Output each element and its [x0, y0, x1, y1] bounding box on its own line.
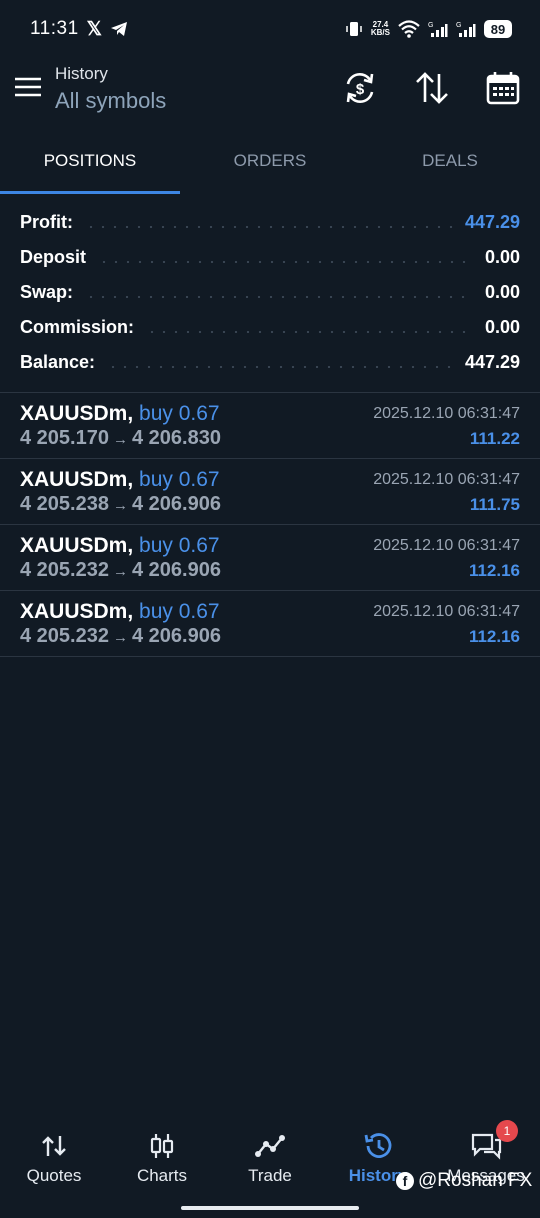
home-indicator[interactable] [181, 1206, 359, 1210]
summary-value: 447.29 [464, 212, 520, 232]
calendar-icon[interactable] [485, 70, 521, 106]
position-prices: 4 205.238 → 4 206.906 [20, 493, 221, 515]
summary-value: 447.29 [464, 352, 520, 372]
signal-icon-2: G [456, 22, 476, 37]
position-time: 2025.12.10 06:31:47 [373, 537, 520, 554]
position-row[interactable]: XAUUSDm, buy 0.67 4 205.232 → 4 206.906 20… [0, 591, 540, 657]
position-time: 2025.12.10 06:31:47 [373, 471, 520, 488]
telegram-icon [110, 22, 127, 36]
summary-row-profit: Profit: 447.29 [0, 205, 540, 240]
svg-text:$: $ [356, 81, 365, 98]
summary-label: Profit: [20, 212, 73, 232]
position-profit: 111.22 [469, 429, 520, 448]
summary-row-balance: Balance: 447.29 [0, 345, 540, 380]
battery-indicator: 89 [484, 20, 512, 38]
notification-badge: 1 [496, 1120, 518, 1142]
currency-exchange-icon[interactable]: $ [342, 70, 378, 106]
nav-trade[interactable]: Trade [216, 1120, 324, 1200]
position-profit: 111.75 [469, 495, 520, 514]
position-profit: 112.16 [468, 561, 520, 580]
history-icon [364, 1133, 392, 1158]
positions-list: XAUUSDm, buy 0.67 4 205.170 → 4 206.830 20… [0, 393, 540, 657]
watermark-text: @Roshan FX [418, 1170, 533, 1191]
position-time: 2025.12.10 06:31:47 [373, 405, 520, 422]
dotted-leader [146, 330, 473, 333]
trend-icon [255, 1135, 285, 1157]
status-bar: 11:31 𝕏 27.4 KB/S G G 89 [0, 0, 540, 58]
vibrate-icon [346, 22, 362, 36]
summary-label: Deposit [20, 247, 87, 267]
summary-panel: Profit: 447.29 Deposit 0.00 Swap: 0.00 C… [0, 205, 540, 380]
position-time: 2025.12.10 06:31:47 [373, 603, 520, 620]
status-time: 11:31 [30, 18, 79, 39]
dotted-leader [107, 365, 453, 368]
sort-icon[interactable] [414, 70, 450, 106]
position-symbol: XAUUSDm, buy 0.67 [20, 402, 220, 425]
position-prices: 4 205.170 → 4 206.830 [20, 427, 221, 449]
wifi-icon [398, 20, 420, 38]
summary-label: Balance: [20, 352, 96, 372]
nav-quotes[interactable]: Quotes [0, 1120, 108, 1200]
position-symbol: XAUUSDm, buy 0.67 [20, 600, 220, 623]
position-row[interactable]: XAUUSDm, buy 0.67 4 205.170 → 4 206.830 20… [0, 393, 540, 459]
summary-row-deposit: Deposit 0.00 [0, 240, 540, 275]
dotted-leader [85, 295, 473, 298]
tab-deals[interactable]: DEALS [360, 128, 540, 194]
signal-icon-1: G [428, 22, 448, 37]
nav-label: Quotes [26, 1166, 82, 1185]
candlestick-icon [150, 1134, 174, 1158]
position-side: buy 0.67 [139, 534, 220, 557]
position-prices: 4 205.232 → 4 206.906 [20, 625, 221, 647]
summary-label: Commission: [20, 317, 135, 337]
network-speed: 27.4 KB/S [370, 20, 390, 37]
header-titles[interactable]: History All symbols [55, 64, 166, 114]
svg-text:G: G [456, 22, 461, 29]
position-row[interactable]: XAUUSDm, buy 0.67 4 205.232 → 4 206.906 20… [0, 525, 540, 591]
tab-orders[interactable]: ORDERS [180, 128, 360, 194]
summary-value: 0.00 [484, 317, 520, 337]
x-app-icon: 𝕏 [86, 18, 102, 40]
quotes-icon [42, 1136, 66, 1156]
nav-charts[interactable]: Charts [108, 1120, 216, 1200]
position-side: buy 0.67 [139, 600, 220, 623]
svg-text:G: G [428, 22, 433, 29]
summary-label: Swap: [20, 282, 74, 302]
position-symbol: XAUUSDm, buy 0.67 [20, 468, 220, 491]
summary-value: 0.00 [484, 282, 520, 302]
page-title: History [55, 64, 108, 83]
position-side: buy 0.67 [139, 402, 220, 425]
dotted-leader [98, 260, 473, 263]
watermark: f @Roshan FX [396, 1170, 532, 1192]
facebook-icon: f [396, 1172, 414, 1190]
position-profit: 112.16 [468, 627, 520, 646]
menu-icon[interactable] [14, 76, 42, 98]
nav-label: Trade [248, 1166, 292, 1185]
position-symbol: XAUUSDm, buy 0.67 [20, 534, 220, 557]
app-header: History All symbols $ [0, 58, 540, 126]
position-row[interactable]: XAUUSDm, buy 0.67 4 205.238 → 4 206.906 20… [0, 459, 540, 525]
history-tabs: POSITIONS ORDERS DEALS [0, 128, 540, 194]
summary-row-commission: Commission: 0.00 [0, 310, 540, 345]
summary-value: 0.00 [484, 247, 520, 267]
dotted-leader [85, 225, 453, 228]
position-side: buy 0.67 [139, 468, 220, 491]
tab-positions[interactable]: POSITIONS [0, 128, 180, 194]
nav-label: Charts [136, 1166, 188, 1185]
position-prices: 4 205.232 → 4 206.906 [20, 559, 221, 581]
summary-row-swap: Swap: 0.00 [0, 275, 540, 310]
symbol-filter: All symbols [55, 88, 167, 113]
